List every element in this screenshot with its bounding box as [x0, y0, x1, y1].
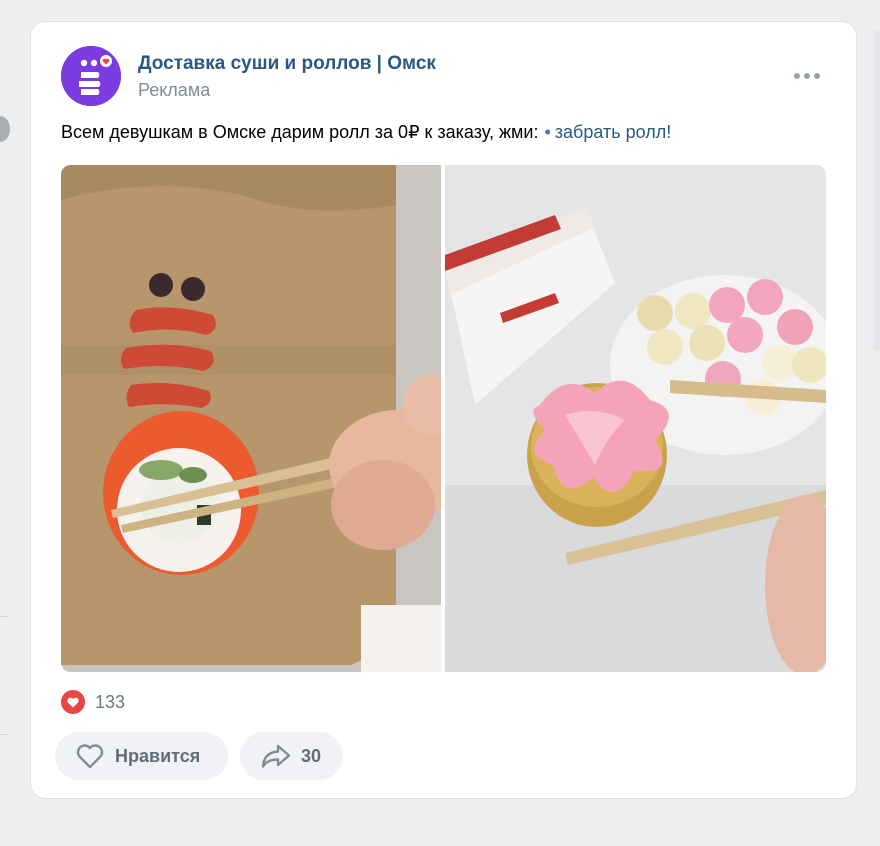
claim-roll-link[interactable]: забрать ролл!	[555, 122, 671, 142]
sushi-roll-on-chopsticks-photo	[61, 165, 441, 672]
heart-outline-icon	[76, 744, 104, 769]
more-dot	[794, 73, 800, 79]
post-author-link[interactable]: Доставка суши и роллов | Омск	[138, 53, 436, 75]
like-button[interactable]: Нравится	[55, 732, 228, 780]
heart-icon	[61, 690, 85, 714]
post-card: Доставка суши и роллов | Омск Реклама Вс…	[31, 22, 856, 798]
more-options-button[interactable]	[794, 66, 826, 86]
share-count: 30	[301, 746, 322, 766]
link-separator: •	[544, 122, 551, 142]
share-button[interactable]: 30	[240, 732, 343, 780]
side-indicator	[0, 116, 10, 142]
baked-roll-on-chopsticks-photo	[445, 165, 826, 672]
more-dot	[814, 73, 820, 79]
side-divider	[0, 616, 8, 617]
post-body-text: Всем девушкам в Омске дарим ролл за 0₽ к…	[61, 122, 539, 142]
adjacent-panel-edge	[874, 30, 880, 350]
avatar[interactable]	[61, 46, 121, 106]
side-divider	[0, 734, 8, 735]
more-dot	[804, 73, 810, 79]
share-arrow-icon	[261, 744, 291, 768]
brand-logo-icon	[61, 46, 121, 106]
like-button-label: Нравится	[115, 746, 201, 766]
post-photo-right[interactable]	[445, 165, 826, 672]
sponsored-label: Реклама	[138, 80, 211, 100]
likes-count: 133	[95, 692, 126, 712]
post-photo-left[interactable]	[61, 165, 441, 672]
post-text: Всем девушкам в Омске дарим ролл за 0₽ к…	[61, 122, 671, 143]
